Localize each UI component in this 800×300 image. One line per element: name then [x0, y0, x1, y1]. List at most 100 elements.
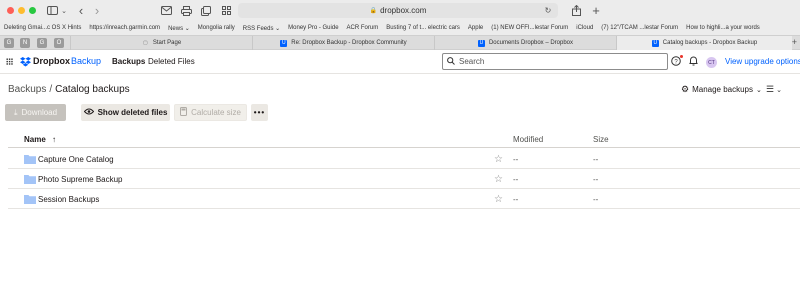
blank-page-icon: ▢ — [142, 40, 148, 46]
column-name[interactable]: Name ↑ — [24, 135, 56, 144]
download-label: Download — [21, 108, 58, 117]
star-icon[interactable]: ☆ — [494, 154, 503, 165]
page-title: Catalog backups — [55, 84, 130, 95]
notification-dot — [680, 55, 683, 58]
bookmark-item[interactable]: iCloud — [572, 25, 597, 31]
breadcrumb-separator: / — [49, 84, 53, 95]
tab-bar: G N G O ▢ Start Page U Re: Dropbox Backu… — [0, 35, 800, 50]
zoom-window-button[interactable] — [29, 7, 36, 14]
sidebar-toggle-icon[interactable] — [45, 4, 59, 17]
column-size[interactable]: Size — [593, 135, 609, 144]
print-icon[interactable] — [180, 4, 192, 17]
dropbox-favicon-icon: U — [477, 39, 485, 47]
bookmark-item[interactable]: https://inreach.garmin.com — [85, 25, 164, 31]
view-upgrade-link[interactable]: View upgrade options — [725, 57, 800, 66]
sort-arrow-icon: ↑ — [52, 135, 57, 144]
tab-label: Documents Dropbox – Dropbox — [488, 40, 574, 46]
bell-icon[interactable] — [689, 56, 698, 68]
search-input[interactable] — [459, 57, 649, 66]
bookmark-item[interactable]: Busting 7 of t... electric cars — [382, 25, 464, 31]
add-tab-icon[interactable]: + — [792, 37, 797, 47]
mail-icon[interactable] — [160, 4, 172, 17]
row-size: -- — [593, 155, 599, 164]
star-icon[interactable]: ☆ — [494, 194, 503, 205]
bookmark-item[interactable]: RSS Feeds ⌄ — [239, 25, 284, 32]
calculate-size-label: Calculate size — [191, 108, 241, 117]
more-actions-button[interactable]: ••• — [251, 104, 268, 121]
bookmark-item[interactable]: Mongolia rally — [194, 25, 239, 31]
folder-icon — [24, 195, 36, 204]
avatar[interactable]: CT — [706, 57, 717, 68]
bookmarks-bar: Deleting Gmai...c OS X Hints https://inr… — [0, 21, 800, 35]
pinned-tab[interactable]: O — [54, 38, 64, 48]
new-tab-button[interactable]: + — [590, 3, 602, 18]
folder-icon — [24, 175, 36, 184]
row-size: -- — [593, 175, 599, 184]
show-deleted-files-button[interactable]: Show deleted files — [81, 104, 170, 121]
gear-icon: ⚙ — [681, 84, 690, 94]
brand-name[interactable]: Dropbox Backup — [33, 56, 101, 66]
table-row[interactable]: Capture One Catalog ☆ -- -- — [8, 149, 800, 169]
row-name[interactable]: Photo Supreme Backup — [38, 175, 123, 184]
row-name[interactable]: Capture One Catalog — [38, 155, 114, 164]
pinned-tab[interactable]: G — [37, 38, 47, 48]
breadcrumb: Backups / Catalog backups — [8, 84, 130, 95]
bookmark-item[interactable]: (1) NEW OFFI...lestar Forum — [487, 25, 572, 31]
tab-label: Catalog backups - Dropbox Backup — [662, 40, 758, 46]
row-modified: -- — [513, 195, 519, 204]
reload-icon[interactable]: ↻ — [543, 4, 553, 17]
tab-catalog-backups[interactable]: U Catalog backups - Dropbox Backup — [616, 36, 792, 50]
copy-icon[interactable] — [200, 4, 212, 17]
tab-start-page[interactable]: ▢ Start Page — [70, 36, 252, 50]
back-button[interactable]: ‹ — [76, 3, 86, 18]
app-launcher-icon[interactable] — [6, 58, 13, 65]
chevron-down-icon: ⌄ — [776, 86, 782, 94]
address-bar[interactable]: 🔒 dropbox.com — [238, 3, 558, 18]
bookmark-item[interactable]: ACR Forum — [343, 25, 383, 31]
pinned-tab[interactable]: N — [20, 38, 30, 48]
bookmark-item[interactable]: Deleting Gmai...c OS X Hints — [0, 25, 85, 31]
share-icon[interactable] — [570, 4, 582, 17]
row-modified: -- — [513, 155, 519, 164]
bookmark-item[interactable]: News ⌄ — [164, 25, 194, 32]
lock-icon: 🔒 — [369, 8, 378, 14]
help-icon[interactable]: ? — [671, 56, 681, 68]
star-icon[interactable]: ☆ — [494, 174, 503, 185]
dropbox-favicon-icon: U — [280, 39, 288, 47]
show-deleted-label: Show deleted files — [97, 108, 168, 117]
nav-deleted-files[interactable]: Deleted Files — [148, 57, 195, 66]
breadcrumb-backups[interactable]: Backups — [8, 84, 46, 95]
download-button[interactable]: ⤓ Download — [5, 104, 66, 121]
minimize-window-button[interactable] — [18, 7, 25, 14]
row-name[interactable]: Session Backups — [38, 195, 99, 204]
list-view-icon: ☰ — [766, 84, 775, 94]
nav-backups[interactable]: Backups — [112, 57, 145, 66]
chevron-down-icon[interactable]: ⌄ — [60, 4, 68, 17]
bookmark-item[interactable]: (7) 12"/TCAM ...lestar Forum — [597, 25, 682, 31]
forward-button[interactable]: › — [92, 3, 102, 18]
pinned-tab[interactable]: G — [4, 38, 14, 48]
app-header: Dropbox Backup Backups Deleted Files ? C… — [0, 50, 800, 74]
browser-toolbar: ⌄ ‹ › 🔒 dropbox.com ↻ + — [0, 0, 800, 21]
tab-label: Start Page — [152, 40, 182, 46]
table-row[interactable]: Photo Supreme Backup ☆ -- -- — [8, 169, 800, 189]
manage-backups-label: Manage backups — [692, 85, 754, 94]
tab-label: Re: Dropbox Backup - Dropbox Community — [291, 40, 407, 46]
calculate-size-button[interactable]: Calculate size — [174, 104, 247, 121]
view-options-button[interactable]: ☰ ⌄ — [766, 84, 782, 95]
chevron-down-icon: ⌄ — [756, 86, 762, 94]
bookmark-item[interactable]: Apple — [464, 25, 487, 31]
bookmark-item[interactable]: How to highli...a your words — [682, 25, 764, 31]
grid-view-icon[interactable] — [220, 4, 232, 17]
close-window-button[interactable] — [7, 7, 14, 14]
bookmark-item[interactable]: Money Pro - Guide — [284, 25, 342, 31]
search-icon — [447, 56, 455, 67]
folder-icon — [24, 155, 36, 164]
tab-documents-dropbox[interactable]: U Documents Dropbox – Dropbox — [434, 36, 616, 50]
column-modified[interactable]: Modified — [513, 135, 543, 144]
manage-backups-button[interactable]: ⚙ Manage backups ⌄ — [681, 84, 762, 95]
table-row[interactable]: Session Backups ☆ -- -- — [8, 189, 800, 209]
row-modified: -- — [513, 175, 519, 184]
search-box[interactable] — [442, 53, 668, 70]
tab-dropbox-community[interactable]: U Re: Dropbox Backup - Dropbox Community — [252, 36, 434, 50]
